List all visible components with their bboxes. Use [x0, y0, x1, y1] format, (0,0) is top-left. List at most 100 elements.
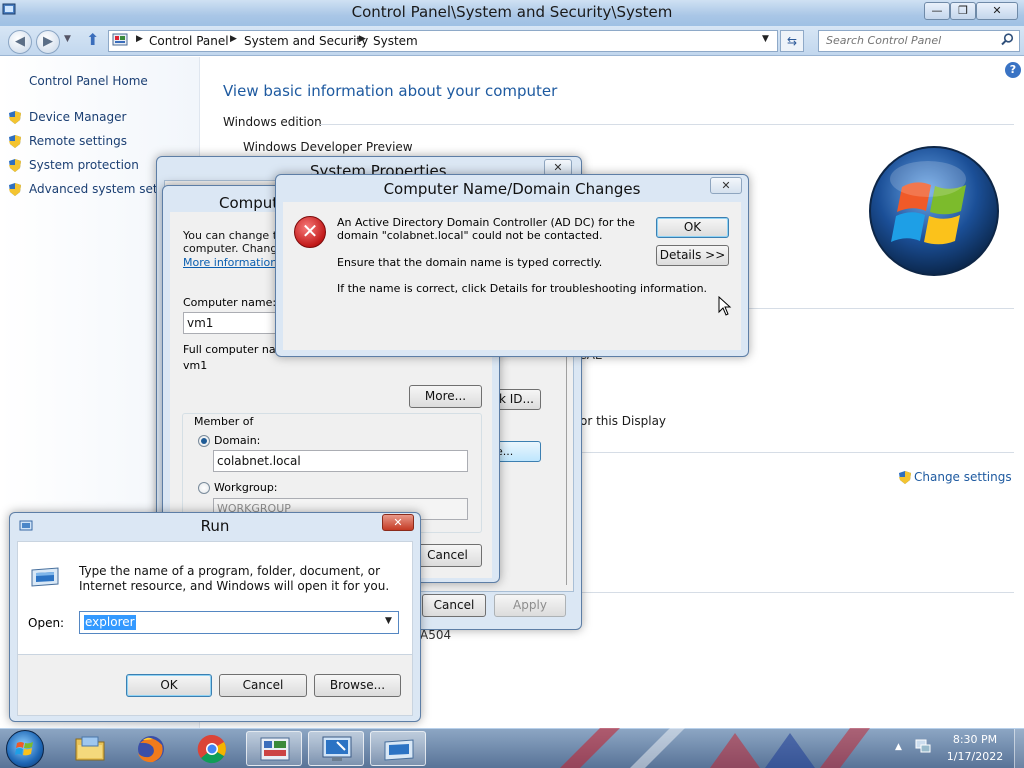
domain-label: Domain: — [214, 434, 261, 447]
taskbar-clock-time[interactable]: 8:30 PM — [940, 733, 1010, 746]
computer-name-label: Computer name: — [183, 296, 277, 309]
address-dropdown-icon[interactable]: ▼ — [762, 34, 769, 44]
chevron-down-icon[interactable]: ▼ — [385, 616, 392, 626]
domain-radio[interactable] — [198, 435, 210, 447]
partial-pen-touch-text: or this Display — [580, 414, 667, 428]
sidebar-item-label: Advanced system settings — [29, 182, 158, 196]
sidebar-item-label: System protection — [29, 158, 139, 172]
taskbar-explorer[interactable] — [62, 731, 118, 766]
shield-icon — [8, 134, 22, 149]
system-properties-cancel-button[interactable]: Cancel — [422, 594, 486, 617]
error-dialog-close-button[interactable]: ✕ — [710, 177, 742, 194]
member-of-label: Member of — [192, 415, 256, 428]
page-title: View basic information about your comput… — [223, 82, 558, 100]
up-arrow-icon[interactable]: ⬆ — [86, 30, 99, 49]
sidebar-item-advanced-system-settings[interactable]: Advanced system settings — [8, 182, 158, 202]
error-details-button[interactable]: Details >> — [656, 245, 729, 266]
taskbar-system-monitor[interactable] — [308, 731, 364, 766]
open-input[interactable]: explorer — [84, 615, 136, 630]
taskbar-chrome[interactable] — [184, 731, 240, 766]
error-dialog-title: Computer Name/Domain Changes — [383, 180, 641, 198]
search-icon[interactable] — [1001, 33, 1014, 49]
error-icon: ✕ — [294, 216, 326, 248]
close-button[interactable]: ✕ — [976, 2, 1018, 20]
run-browse-button[interactable]: Browse... — [314, 674, 401, 697]
mouse-cursor-icon — [718, 295, 732, 316]
breadcrumb-control-panel[interactable]: Control Panel — [149, 34, 229, 48]
run-description: Type the name of a program, folder, docu… — [79, 564, 390, 593]
maximize-button[interactable]: ❐ — [950, 2, 976, 20]
divider — [580, 592, 1014, 593]
show-desktop-button[interactable] — [1014, 729, 1024, 768]
more-button[interactable]: More... — [409, 385, 482, 408]
wallpaper-decoration — [560, 728, 900, 768]
control-panel-icon — [112, 33, 128, 48]
run-close-button[interactable]: ✕ — [382, 514, 414, 531]
run-program-icon — [28, 566, 62, 588]
computer-name-input[interactable]: vm1 — [183, 312, 283, 334]
arrow-left-icon: ◀ — [15, 34, 25, 49]
sidebar-home-link[interactable]: Control Panel Home — [29, 74, 148, 88]
taskbar-run[interactable] — [370, 731, 426, 766]
shield-icon — [898, 470, 912, 485]
divider — [580, 452, 1014, 453]
sidebar-item-label: Remote settings — [29, 134, 127, 148]
breadcrumb-system-and-security[interactable]: System and Security — [244, 34, 368, 48]
taskbar-control-panel[interactable] — [246, 731, 302, 766]
taskbar-clock-date[interactable]: 1/17/2022 — [940, 750, 1010, 763]
section-windows-edition: Windows edition — [223, 115, 322, 129]
open-label: Open: — [28, 616, 65, 630]
run-dialog-title: Run — [200, 517, 230, 535]
breadcrumb-separator[interactable]: ▶ — [359, 34, 366, 44]
computer-name-cancel-button[interactable]: Cancel — [413, 544, 482, 567]
description-line: computer. Changes — [183, 242, 283, 255]
recent-pages-dropdown[interactable]: ▼ — [64, 34, 71, 44]
sidebar-item-label: Device Manager — [29, 110, 127, 124]
network-id-button[interactable]: k ID... — [496, 389, 541, 410]
shield-icon — [8, 110, 22, 125]
sidebar-item-device-manager[interactable]: Device Manager — [8, 110, 126, 130]
minimize-button[interactable]: — — [924, 2, 950, 20]
back-button[interactable]: ◀ — [8, 30, 32, 54]
sidebar-item-system-protection[interactable]: System protection — [8, 158, 139, 178]
system-properties-apply-button[interactable]: Apply — [494, 594, 566, 617]
tab-frame-edge — [566, 355, 567, 585]
error-details-hint: If the name is correct, click Details fo… — [337, 282, 708, 295]
run-cancel-button[interactable]: Cancel — [219, 674, 307, 697]
arrow-right-icon: ▶ — [43, 34, 53, 49]
sidebar-item-remote-settings[interactable]: Remote settings — [8, 134, 127, 154]
help-icon[interactable]: ? — [1005, 62, 1021, 78]
run-dialog-body — [17, 541, 413, 655]
close-icon: ✕ — [721, 179, 731, 192]
change-settings-label: Change settings — [914, 470, 1012, 484]
windows-edition-value: Windows Developer Preview — [243, 140, 413, 154]
taskbar-firefox[interactable] — [123, 731, 179, 766]
error-hint: Ensure that the domain name is typed cor… — [337, 256, 603, 269]
breadcrumb-separator[interactable]: ▶ — [230, 34, 237, 44]
close-icon: ✕ — [553, 161, 563, 174]
change-settings-link[interactable]: Change settings — [898, 470, 1012, 485]
network-icon[interactable] — [914, 737, 932, 755]
more-information-link[interactable]: More information — [183, 256, 277, 269]
breadcrumb-system[interactable]: System — [373, 34, 418, 48]
run-ok-button[interactable]: OK — [126, 674, 212, 697]
description-line: You can change the — [183, 229, 283, 242]
windows-logo — [868, 145, 1000, 277]
shield-icon — [8, 182, 22, 197]
divider — [748, 308, 1014, 309]
workgroup-radio[interactable] — [198, 482, 210, 494]
refresh-icon: ⇆ — [786, 34, 798, 48]
breadcrumb-separator[interactable]: ▶ — [136, 34, 143, 44]
start-button[interactable] — [6, 730, 44, 768]
error-ok-button[interactable]: OK — [656, 217, 729, 238]
error-message: An Active Directory Domain Controller (A… — [337, 216, 635, 242]
search-input[interactable] — [826, 34, 996, 47]
computer-name-description: You can change the computer. Changes — [183, 229, 283, 255]
full-computer-name-value: vm1 — [183, 359, 208, 372]
domain-input[interactable]: colabnet.local — [213, 450, 468, 472]
partial-product-id: A504 — [420, 628, 452, 642]
refresh-button[interactable]: ⇆ — [780, 30, 804, 52]
close-icon: ✕ — [393, 516, 403, 529]
show-hidden-icons-button[interactable]: ▲ — [895, 742, 902, 752]
forward-button[interactable]: ▶ — [36, 30, 60, 54]
